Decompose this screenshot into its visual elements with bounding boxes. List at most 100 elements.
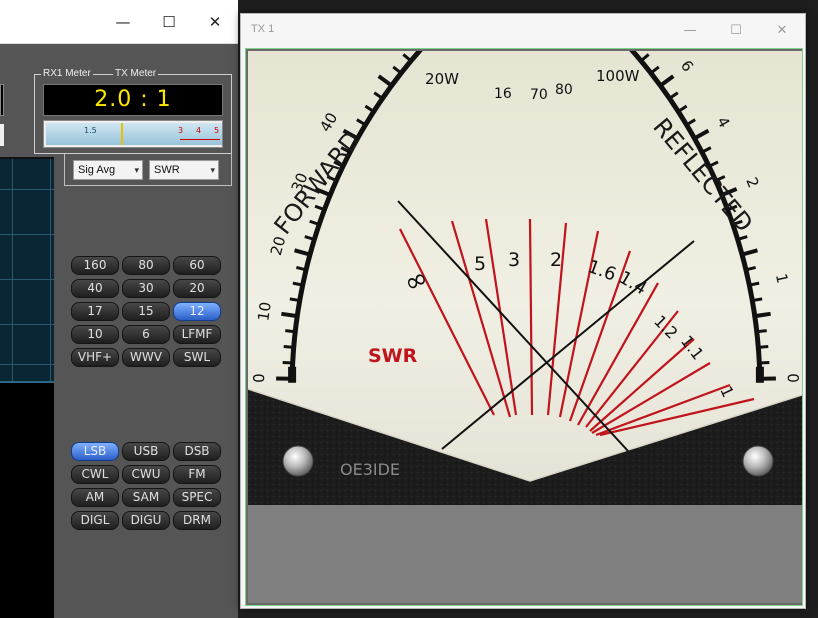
forward-tick (285, 329, 296, 334)
meter-tick-5: 5 (214, 126, 220, 135)
chevron-down-icon: ▾ (210, 165, 215, 175)
meter-red-zone (180, 139, 220, 140)
left-screw-icon (282, 445, 314, 477)
meter-mode-select[interactable]: Sig Avg ▾ (73, 160, 143, 180)
mode-button-digu[interactable]: DIGU (122, 511, 170, 530)
meter-readout: 2.0 : 1 (43, 84, 223, 116)
band-button-12[interactable]: 12 (173, 302, 221, 321)
scale-label-100w: 100W (596, 67, 640, 85)
rx-bar-edge (0, 124, 4, 146)
reflected-tick (749, 281, 760, 287)
tx-maximize-button[interactable]: ☐ (713, 14, 759, 46)
minimize-button[interactable]: — (100, 0, 146, 44)
grid-line (0, 279, 54, 280)
scale-label-16: 16 (494, 86, 512, 102)
reflected-zero-stop (755, 366, 764, 383)
band-button-30[interactable]: 30 (122, 279, 170, 298)
chevron-down-icon: ▾ (134, 165, 139, 175)
grid-line (50, 159, 51, 383)
swr-scale-label: 5 (474, 253, 486, 275)
band-button-wwv[interactable]: WWV (122, 348, 170, 367)
forward-tick (289, 297, 300, 303)
mode-button-spec[interactable]: SPEC (173, 488, 221, 507)
forward-scale-label: 0 (250, 373, 268, 383)
meter-tick-4: 4 (196, 126, 202, 135)
band-button-15[interactable]: 15 (122, 302, 170, 321)
forward-zero-stop (288, 366, 297, 383)
forward-scale-label: 10 (254, 301, 275, 322)
band-button-60[interactable]: 60 (173, 256, 221, 275)
scale-label-70: 70 (530, 87, 548, 103)
band-button-17[interactable]: 17 (71, 302, 119, 321)
mode-button-usb[interactable]: USB (122, 442, 170, 461)
mode-button-dsb[interactable]: DSB (173, 442, 221, 461)
maximize-icon: ☐ (162, 13, 176, 31)
forward-tick (283, 345, 294, 349)
band-button-160[interactable]: 160 (71, 256, 119, 275)
mode-button-fm[interactable]: FM (173, 465, 221, 484)
swr-label: SWR (368, 345, 418, 367)
mode-button-cwu[interactable]: CWU (122, 465, 170, 484)
main-titlebar: — ☐ ✕ (0, 0, 238, 44)
meter-tick-1-5: 1.5 (84, 126, 97, 135)
meter-type-value: SWR (154, 164, 180, 176)
meter-needle (120, 123, 123, 145)
maker-label: OE3IDE (340, 460, 400, 479)
band-button-40[interactable]: 40 (71, 279, 119, 298)
band-button-6[interactable]: 6 (122, 325, 170, 344)
waterfall-display[interactable] (0, 383, 54, 618)
close-button[interactable]: ✕ (192, 0, 238, 44)
meter-bar: 1.5 3 4 5 (43, 120, 223, 148)
meter-tick-3: 3 (178, 126, 184, 135)
right-screw-icon (742, 445, 774, 477)
band-button-20[interactable]: 20 (173, 279, 221, 298)
window-title: TX 1 (251, 23, 275, 35)
grid-line (0, 364, 54, 365)
reflected-tick (759, 361, 770, 365)
rx1-meter-tab[interactable]: RX1 Meter (41, 68, 93, 79)
reflected-tick (758, 345, 769, 349)
swr-scale-label: 3 (508, 249, 520, 271)
scale-label-80: 80 (555, 82, 573, 98)
tx-close-button[interactable]: ✕ (759, 14, 805, 46)
band-button-10[interactable]: 10 (71, 325, 119, 344)
forward-tick (282, 361, 293, 365)
mode-button-lsb[interactable]: LSB (71, 442, 119, 461)
reflected-scale-label: 0 (784, 373, 802, 383)
band-button-80[interactable]: 80 (122, 256, 170, 275)
reflected-tick (756, 329, 767, 334)
mode-button-sam[interactable]: SAM (122, 488, 170, 507)
minimize-icon: — (683, 22, 697, 38)
band-button-lfmf[interactable]: LFMF (173, 325, 221, 344)
tx-meter-tab[interactable]: TX Meter (113, 68, 159, 79)
band-button-swl[interactable]: SWL (173, 348, 221, 367)
tx-panel-bottom (248, 505, 802, 603)
swr-meter-panel: 010203040864210∞5321.61.41.21.11 20W 16 … (245, 48, 803, 606)
close-icon: ✕ (776, 22, 788, 38)
meter-type-select[interactable]: SWR ▾ (149, 160, 219, 180)
grid-line (12, 159, 13, 383)
spectrum-display[interactable] (0, 157, 54, 383)
scale-label-20w: 20W (425, 70, 459, 88)
grid-line (0, 234, 54, 235)
maximize-button[interactable]: ☐ (146, 0, 192, 44)
forward-tick (292, 281, 303, 287)
mode-button-drm[interactable]: DRM (173, 511, 221, 530)
swr-gauge: 010203040864210∞5321.61.41.21.11 20W 16 … (248, 51, 802, 505)
meter-mode-value: Sig Avg (78, 164, 116, 176)
mode-button-am[interactable]: AM (71, 488, 119, 507)
reflected-tick (754, 311, 771, 319)
band-button-vhf[interactable]: VHF+ (71, 348, 119, 367)
tx-minimize-button[interactable]: — (667, 14, 713, 46)
tx1-window: TX 1 — ☐ ✕ 0 10 20 30 40 6 4 2 1 0 ∞ 5 3… (240, 13, 806, 609)
rx-display-edge (0, 84, 4, 116)
reflected-tick (752, 297, 763, 303)
minimize-icon: — (115, 13, 131, 31)
maximize-icon: ☐ (730, 22, 742, 38)
mode-button-digl[interactable]: DIGL (71, 511, 119, 530)
main-window: — ☐ ✕ RX1 Meter TX Meter 2.0 : 1 1.5 3 4… (0, 0, 238, 618)
swr-scale-label: 2 (550, 249, 562, 271)
mode-button-cwl[interactable]: CWL (71, 465, 119, 484)
grid-line (0, 324, 54, 325)
close-icon: ✕ (208, 13, 222, 31)
